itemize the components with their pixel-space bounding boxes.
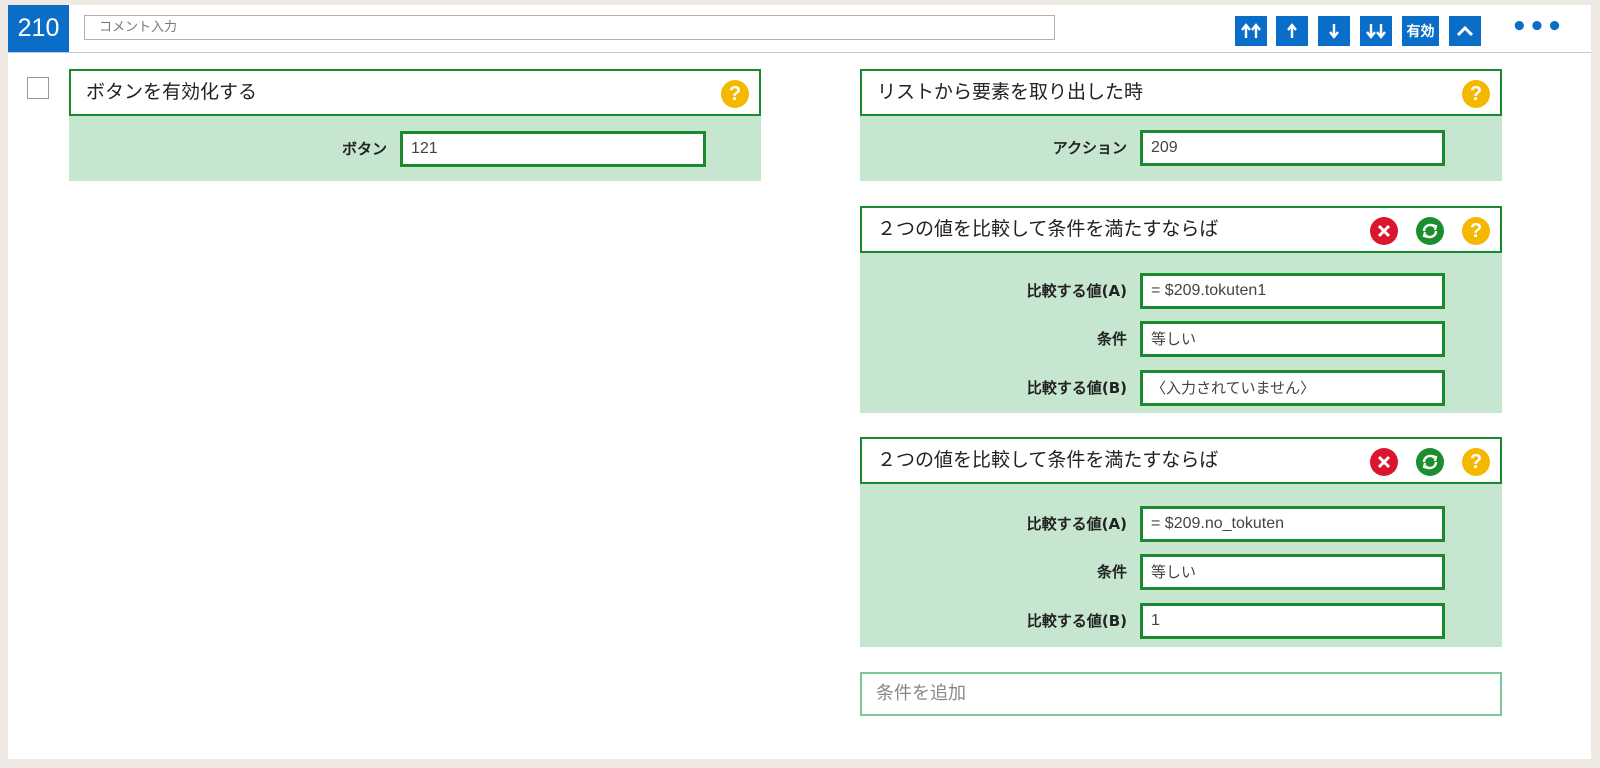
- block-title: リストから要素を取り出した時: [877, 81, 1144, 103]
- block-header: 210 有効: [8, 5, 1591, 53]
- move-bottom-button[interactable]: [1360, 16, 1392, 46]
- field-label-value-a: 比較する値(A): [1026, 282, 1127, 300]
- action-block-enable-button: ボタンを有効化する ? ボタン 121: [69, 69, 761, 181]
- field-label-button: ボタン: [341, 140, 387, 158]
- value-b-field[interactable]: 〈入力されていません〉: [1140, 370, 1445, 406]
- value-a-field[interactable]: = $209.no_tokuten: [1140, 506, 1445, 542]
- condition-block-compare-1: ２つの値を比較して条件を満たすならば ? 比較する値(A) = $209.tok…: [860, 206, 1502, 413]
- move-down-button[interactable]: [1318, 16, 1350, 46]
- field-label-value-b: 比較する値(B): [1026, 379, 1127, 397]
- condition-field[interactable]: 等しい: [1140, 321, 1445, 357]
- field-label-value-a: 比較する値(A): [1026, 515, 1127, 533]
- button-value-field[interactable]: 121: [400, 131, 706, 167]
- comment-input[interactable]: [84, 15, 1055, 40]
- collapse-button[interactable]: [1449, 16, 1481, 46]
- help-icon[interactable]: ?: [721, 80, 749, 108]
- block-title: ２つの値を比較して条件を満たすならば: [877, 218, 1219, 240]
- block-id-badge: 210: [8, 5, 69, 52]
- event-block-list-pop: リストから要素を取り出した時 ? アクション 209: [860, 69, 1502, 181]
- condition-block-compare-2: ２つの値を比較して条件を満たすならば ? 比較する値(A) = $209.no_…: [860, 437, 1502, 647]
- chevron-up-icon: [1456, 25, 1474, 37]
- move-up-icon: [1287, 23, 1297, 38]
- delete-icon[interactable]: [1370, 217, 1398, 245]
- add-condition-button[interactable]: 条件を追加: [860, 672, 1502, 716]
- more-menu-button[interactable]: •••: [1511, 14, 1563, 46]
- delete-icon[interactable]: [1370, 448, 1398, 476]
- block-head[interactable]: ２つの値を比較して条件を満たすならば ?: [860, 437, 1502, 484]
- block-head[interactable]: リストから要素を取り出した時 ?: [860, 69, 1502, 116]
- block-card: 210 有効: [8, 5, 1591, 759]
- field-label-condition: 条件: [1096, 330, 1127, 348]
- enable-toggle-button[interactable]: 有効: [1402, 16, 1439, 46]
- field-label-condition: 条件: [1096, 563, 1127, 581]
- move-down-icon: [1329, 24, 1339, 39]
- move-top-button[interactable]: [1235, 16, 1267, 46]
- field-label-value-b: 比較する値(B): [1026, 612, 1127, 630]
- refresh-icon[interactable]: [1416, 217, 1444, 245]
- help-icon[interactable]: ?: [1462, 80, 1490, 108]
- move-bottom-icon: [1366, 24, 1386, 39]
- block-head[interactable]: ボタンを有効化する ?: [69, 69, 761, 116]
- field-label-action: アクション: [1052, 139, 1127, 157]
- value-b-field[interactable]: 1: [1140, 603, 1445, 639]
- block-title: ２つの値を比較して条件を満たすならば: [877, 449, 1219, 471]
- block-title: ボタンを有効化する: [86, 81, 258, 103]
- help-icon[interactable]: ?: [1462, 217, 1490, 245]
- move-top-icon: [1241, 23, 1261, 38]
- help-icon[interactable]: ?: [1462, 448, 1490, 476]
- move-up-button[interactable]: [1276, 16, 1308, 46]
- value-a-field[interactable]: = $209.tokuten1: [1140, 273, 1445, 309]
- action-value-field[interactable]: 209: [1140, 130, 1445, 166]
- select-checkbox[interactable]: [27, 77, 49, 99]
- refresh-icon[interactable]: [1416, 448, 1444, 476]
- block-head[interactable]: ２つの値を比較して条件を満たすならば ?: [860, 206, 1502, 253]
- condition-field[interactable]: 等しい: [1140, 554, 1445, 590]
